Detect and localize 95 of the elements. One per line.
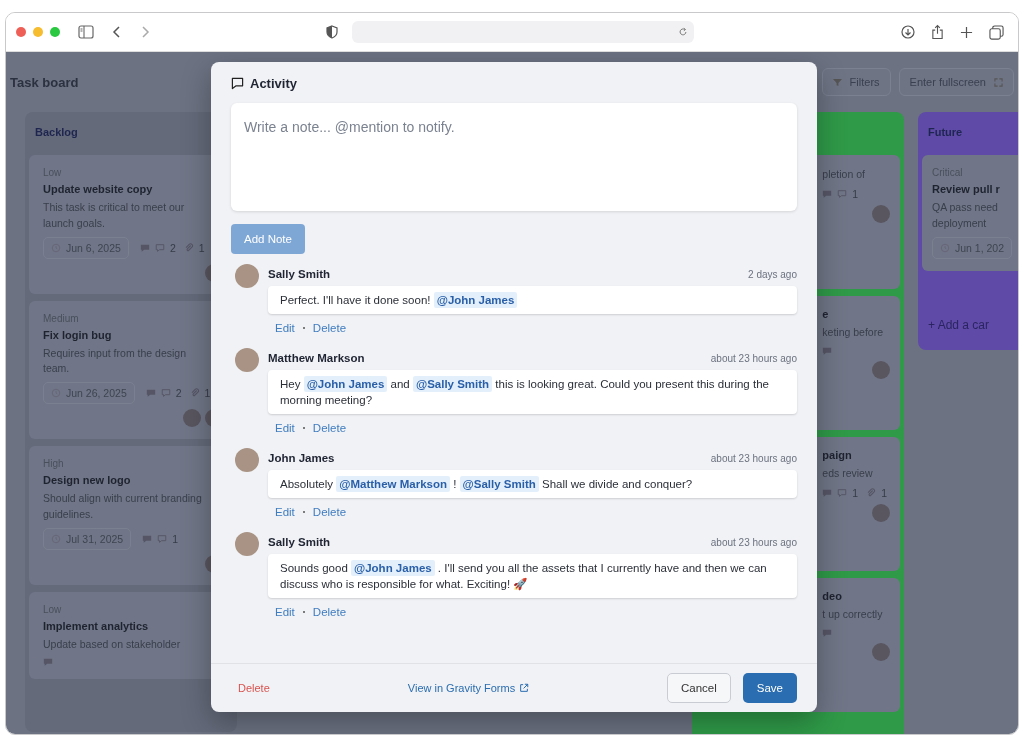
mention-link[interactable]: @John James: [433, 292, 518, 308]
mention-link[interactable]: @John James: [303, 376, 388, 392]
card-title: Review pull r: [932, 183, 1001, 195]
comment-author: John James: [268, 452, 335, 464]
column-title: Future: [927, 125, 964, 140]
avatar: [235, 264, 259, 288]
comment-author: Sally Smith: [268, 268, 330, 280]
comment-time: about 23 hours ago: [710, 452, 797, 464]
delete-link[interactable]: Delete: [238, 682, 270, 694]
card-title: paign: [822, 449, 853, 461]
view-in-gravity-forms-link[interactable]: View in Gravity Forms: [407, 682, 530, 694]
mention-link[interactable]: @Matthew Markson: [336, 476, 450, 492]
comment-icon: [837, 188, 848, 199]
new-tab-icon[interactable]: [960, 25, 973, 39]
mention-link[interactable]: @Sally Smith: [412, 376, 493, 392]
dialog-title: Activity: [250, 76, 297, 91]
paperclip-icon: [189, 388, 200, 398]
avatar: [235, 448, 259, 472]
delete-link[interactable]: Delete: [312, 322, 347, 334]
cancel-button[interactable]: Cancel: [666, 673, 731, 703]
avatar: [183, 409, 202, 427]
edit-link[interactable]: Edit: [275, 322, 295, 334]
attachment-count: 1: [881, 486, 887, 499]
shield-icon[interactable]: [326, 25, 338, 39]
comment-time: 2 days ago: [748, 268, 797, 280]
reload-icon[interactable]: [678, 27, 688, 37]
mention-link[interactable]: @John James: [351, 560, 435, 576]
external-link-icon: [519, 683, 530, 693]
save-button[interactable]: Save: [742, 673, 797, 703]
fullscreen-icon: [994, 77, 1003, 87]
avatar: [872, 503, 890, 522]
note-icon: [822, 188, 833, 199]
card-description: Requires input from the design team.: [43, 345, 187, 377]
comment-text: Absolutely @Matthew Markson ! @Sally Smith Shall we divide and conquer?: [268, 470, 797, 498]
note-icon: [43, 657, 53, 668]
filter-icon: [832, 77, 842, 87]
download-icon[interactable]: [901, 25, 915, 39]
forward-icon[interactable]: [140, 25, 150, 39]
comment-count: 1: [852, 187, 859, 200]
comment-count: 1: [852, 486, 859, 499]
note-icon: [145, 388, 156, 398]
card-title: Design new logo: [43, 474, 132, 486]
comment-count: 2: [175, 387, 182, 399]
card-title: Update website copy: [43, 183, 154, 195]
edit-link[interactable]: Edit: [275, 422, 295, 434]
close-window-button[interactable]: [16, 27, 26, 37]
note-icon: [822, 627, 833, 638]
paperclip-icon: [183, 242, 194, 253]
note-field[interactable]: Write a note... @mention to notify.: [231, 103, 797, 211]
edit-link[interactable]: Edit: [275, 506, 295, 518]
card-title: e: [822, 308, 830, 320]
comment-icon: [157, 533, 168, 544]
delete-link[interactable]: Delete: [312, 422, 347, 434]
comment-icon: [837, 487, 848, 498]
sidebar-icon[interactable]: [78, 25, 94, 39]
board-title: Task board: [10, 74, 79, 90]
note-icon: [139, 242, 150, 253]
paperclip-icon: [866, 487, 877, 498]
share-icon[interactable]: [931, 24, 944, 40]
card-title: Fix login bug: [43, 328, 113, 341]
comment-count: 2: [169, 241, 176, 254]
note-icon: [822, 345, 833, 356]
comment-icon: [154, 242, 165, 253]
comment-text: Perfect. I'll have it done soon! @John James: [268, 286, 797, 314]
avatar: [872, 642, 890, 661]
comment-text: Hey @John James and @Sally Smith this is looking great. Could you present this during the morning meeting?: [268, 370, 797, 414]
note-icon: [142, 533, 153, 544]
card-title: deo: [822, 590, 843, 602]
note-icon: [822, 487, 833, 498]
comment-author: Sally Smith: [268, 536, 330, 548]
delete-link[interactable]: Delete: [312, 606, 347, 618]
back-icon[interactable]: [112, 25, 122, 39]
comment-icon: [160, 388, 171, 398]
comment-author: Matthew Markson: [268, 352, 365, 364]
comment-time: about 23 hours ago: [710, 352, 797, 364]
mention-link[interactable]: @Sally Smith: [459, 476, 539, 492]
card-title: Implement analytics: [43, 619, 150, 632]
delete-link[interactable]: Delete: [312, 506, 347, 518]
card-description: Update based on stakeholder: [43, 636, 182, 652]
avatar: [872, 360, 890, 379]
comment-icon: [231, 77, 244, 90]
avatar: [872, 204, 890, 223]
edit-link[interactable]: Edit: [275, 606, 295, 618]
tabs-overview-icon[interactable]: [989, 24, 1004, 40]
comment-time: about 23 hours ago: [710, 536, 797, 548]
card-description: keting before: [822, 325, 885, 340]
card-description: Should align with current branding guidelines.: [43, 491, 203, 522]
maximize-window-button[interactable]: [50, 27, 60, 37]
card-description: pletion of: [822, 167, 866, 182]
column-title: Backlog: [34, 125, 79, 140]
avatar: [235, 348, 259, 372]
comment-count: 1: [172, 532, 179, 545]
add-card-link[interactable]: + Add a car: [922, 277, 1018, 342]
comment-text: Sounds good @John James . I'll send you all the assets that I currently have and then we can discuss who is responsible for what. Exciting! 🚀: [268, 554, 797, 598]
avatar: [235, 532, 259, 556]
